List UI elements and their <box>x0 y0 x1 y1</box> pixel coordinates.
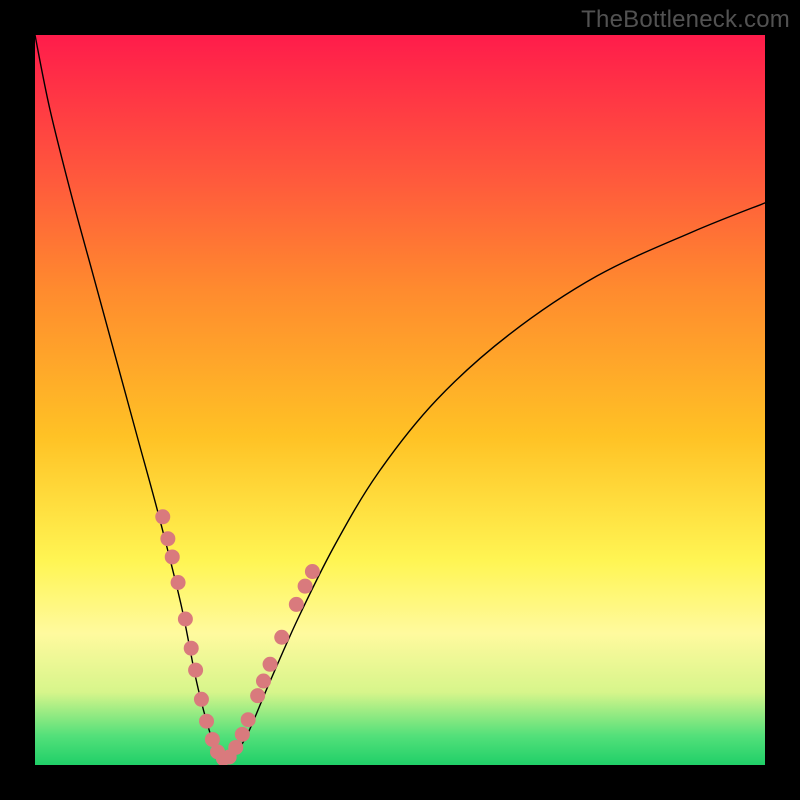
data-dot <box>274 630 289 645</box>
data-dot <box>235 727 250 742</box>
data-dot <box>289 597 304 612</box>
chart-frame: TheBottleneck.com <box>0 0 800 800</box>
data-dot <box>171 575 186 590</box>
plot-area <box>35 35 765 765</box>
data-dot <box>199 714 214 729</box>
data-dot <box>194 692 209 707</box>
data-dot <box>241 712 256 727</box>
chart-svg <box>35 35 765 765</box>
data-dot <box>250 688 265 703</box>
data-dot <box>178 612 193 627</box>
data-dots <box>155 509 320 765</box>
data-dot <box>165 549 180 564</box>
data-dot <box>298 579 313 594</box>
data-dot <box>155 509 170 524</box>
data-dot <box>184 641 199 656</box>
bottleneck-curve <box>35 35 765 759</box>
data-dot <box>263 657 278 672</box>
data-dot <box>228 740 243 755</box>
data-dot <box>305 564 320 579</box>
watermark-text: TheBottleneck.com <box>581 6 790 34</box>
data-dot <box>160 531 175 546</box>
data-dot <box>256 674 271 689</box>
data-dot <box>188 663 203 678</box>
